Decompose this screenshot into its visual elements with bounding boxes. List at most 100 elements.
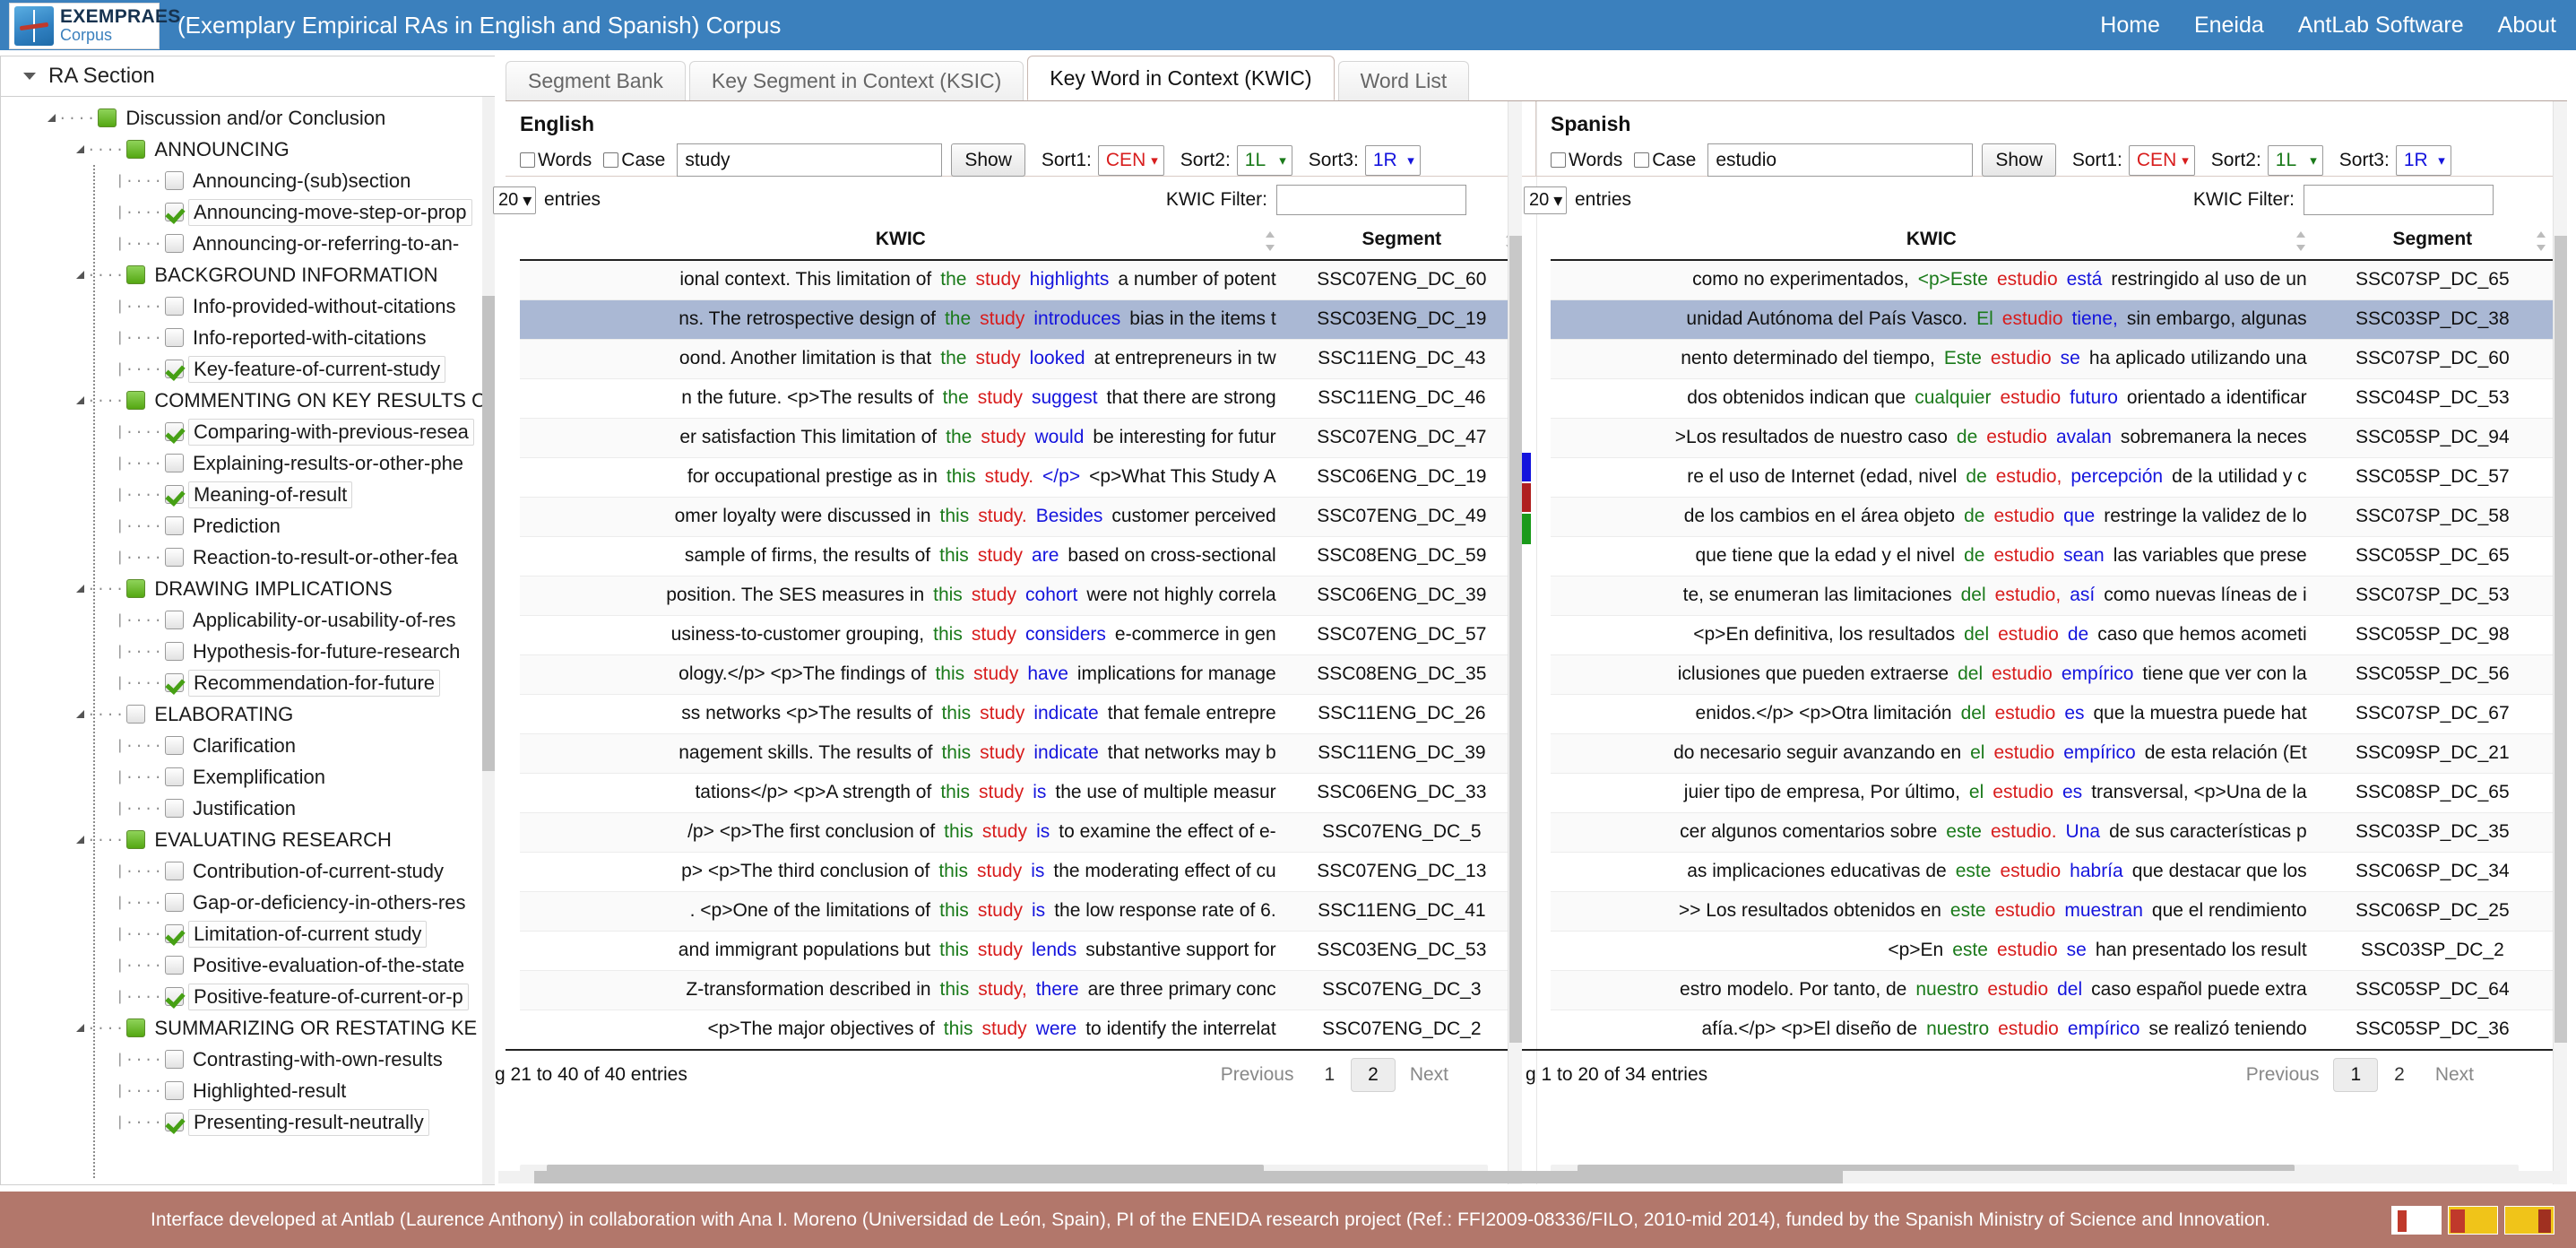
table-row[interactable]: juier tipo de empresa, Por último, el estu… (1551, 773, 2553, 813)
tree-item[interactable]: |···· Explaining-results-or-other-phe (1, 447, 495, 479)
table-row[interactable]: de los cambios en el área objeto de estudi… (1551, 497, 2553, 537)
table-row[interactable]: p> <p>The third conclusion of this study is… (520, 852, 1522, 892)
table-row[interactable]: n the future. <p>The results of the study s… (520, 378, 1522, 419)
english-show-button[interactable]: Show (951, 143, 1025, 177)
table-row[interactable]: estro modelo. Por tanto, de nuestro estudi… (1551, 970, 2553, 1010)
spanish-scrollbar-thumb[interactable] (2554, 236, 2567, 1043)
expand-icon[interactable] (48, 114, 56, 122)
table-row[interactable]: como no experimentados, <p>Este estudio est… (1551, 260, 2553, 300)
tree-item[interactable]: |···· Comparing-with-previous-resea (1, 416, 495, 447)
spanish-sort2-select[interactable]: 1L ▾ (2267, 144, 2323, 176)
spanish-previous-button[interactable]: Previous (2232, 1059, 2334, 1091)
page-horizontal-scrollbar[interactable] (498, 1171, 2560, 1183)
english-table-scrollbar[interactable] (1508, 101, 1522, 1184)
spanish-page-1[interactable]: 1 (2333, 1057, 2379, 1092)
table-row[interactable]: unidad Autónoma del País Vasco. El estudio… (1551, 299, 2553, 340)
tree-item-checkbox[interactable] (165, 1081, 185, 1100)
table-row[interactable]: que tiene que la edad y el nivel de estudi… (1551, 536, 2553, 576)
english-kwic-filter-input[interactable] (1276, 185, 1466, 215)
english-scrollbar-thumb[interactable] (1509, 236, 1522, 1043)
tree-item[interactable]: ···· EVALUATING RESEARCH (1, 824, 495, 855)
table-row[interactable]: >Los resultados de nuestro caso de estudio… (1551, 418, 2553, 458)
expand-icon[interactable] (76, 145, 84, 153)
english-next-button[interactable]: Next (1396, 1059, 1463, 1091)
tree-item[interactable]: |···· Justification (1, 793, 495, 824)
tree-item[interactable]: |···· Info-provided-without-citations (1, 290, 495, 322)
expand-icon[interactable] (76, 271, 84, 279)
tree-item[interactable]: ···· COMMENTING ON KEY RESULTS O (1, 385, 495, 416)
tree-item[interactable]: |···· Hypothesis-for-future-research (1, 636, 495, 667)
tree-item[interactable]: ···· SUMMARIZING OR RESTATING KE (1, 1012, 495, 1044)
tree-item-checkbox[interactable] (165, 799, 185, 818)
tree-item-checkbox[interactable] (165, 862, 185, 880)
table-row[interactable]: Z-transformation described in this study, t… (520, 970, 1522, 1010)
expand-icon[interactable] (76, 585, 84, 593)
tree-item-checkbox[interactable] (165, 924, 185, 943)
table-row[interactable]: >> Los resultados obtenidos en este estudi… (1551, 891, 2553, 932)
english-length-select[interactable]: 20 ▾ (493, 186, 536, 214)
spanish-page-2[interactable]: 2 (2378, 1059, 2421, 1091)
table-row[interactable]: cer algunos comentarios sobre este estudio… (1551, 812, 2553, 853)
tab-word-list[interactable]: Word List (1337, 61, 1470, 100)
spanish-search-input[interactable] (1707, 143, 1974, 177)
tree-item-checkbox[interactable] (126, 705, 146, 724)
tree-item-checkbox[interactable] (165, 1113, 185, 1131)
exempraes-logo[interactable]: EXEMPRAES Corpus (9, 2, 180, 49)
tree-item-checkbox[interactable] (165, 297, 185, 316)
spanish-sort1-select[interactable]: CEN ▾ (2128, 144, 2195, 176)
expand-icon[interactable] (76, 1024, 84, 1032)
tree-item[interactable]: |···· Reaction-to-result-or-other-fea (1, 542, 495, 573)
spanish-show-button[interactable]: Show (1982, 143, 2056, 177)
tree-item-checkbox[interactable] (165, 516, 185, 535)
table-row[interactable]: nento determinado del tiempo, Este estudio… (1551, 339, 2553, 379)
table-row[interactable]: <p>En este estudio se han presentado los res… (1551, 931, 2553, 971)
tree-item-checkbox[interactable] (165, 485, 185, 504)
tree-item[interactable]: ···· ANNOUNCING (1, 134, 495, 165)
tree-item[interactable]: ···· DRAWING IMPLICATIONS (1, 573, 495, 604)
tree-item-checkbox[interactable] (165, 893, 185, 912)
english-sort3-select[interactable]: 1R ▾ (1364, 144, 1421, 176)
tree-item[interactable]: |···· Contribution-of-current-study (1, 855, 495, 887)
table-row[interactable]: as implicaciones educativas de este estudi… (1551, 852, 2553, 892)
english-case-checkbox-label[interactable]: Case (603, 150, 665, 171)
tree-item[interactable]: |···· Announcing-(sub)section (1, 165, 495, 196)
tree-item[interactable]: |···· Applicability-or-usability-of-res (1, 604, 495, 636)
spanish-case-checkbox[interactable] (1634, 152, 1650, 168)
table-row[interactable]: ology.</p> <p>The findings of this study ha… (520, 654, 1522, 695)
table-row[interactable]: enidos.</p> <p>Otra limitación del estudio… (1551, 694, 2553, 734)
tree-item[interactable]: ···· BACKGROUND INFORMATION (1, 259, 495, 290)
tree-item-checkbox[interactable] (126, 1018, 146, 1037)
sidebar-scrollbar-track[interactable] (482, 97, 495, 1184)
tab-segment-bank[interactable]: Segment Bank (506, 61, 686, 100)
spanish-words-checkbox[interactable] (1551, 152, 1566, 168)
spanish-case-checkbox-label[interactable]: Case (1634, 150, 1696, 171)
tree-item[interactable]: |···· Contrasting-with-own-results (1, 1044, 495, 1075)
english-col-kwic[interactable]: KWIC (520, 223, 1282, 261)
nav-item-eneida[interactable]: Eneida (2194, 13, 2264, 39)
sidebar-scrollbar-thumb[interactable] (482, 296, 495, 771)
expand-icon[interactable] (76, 396, 84, 404)
table-row[interactable]: <p>En definitiva, los resultados del estud… (1551, 615, 2553, 655)
spanish-col-segment[interactable]: Segment (2312, 223, 2553, 261)
table-row[interactable]: iclusiones que pueden extraerse del estudi… (1551, 654, 2553, 695)
tree-item-checkbox[interactable] (165, 171, 185, 190)
tree-item[interactable]: |···· Positive-feature-of-current-or-p (1, 981, 495, 1012)
table-row[interactable]: sample of firms, the results of this study… (520, 536, 1522, 576)
tree-item-checkbox[interactable] (165, 611, 185, 629)
spanish-words-checkbox-label[interactable]: Words (1551, 150, 1622, 171)
tree-item-checkbox[interactable] (98, 108, 117, 127)
expand-icon[interactable] (76, 710, 84, 718)
table-row[interactable]: afía.</p> <p>El diseño de nuestro estudio e… (1551, 1010, 2553, 1050)
table-row[interactable]: ns. The retrospective design of the study i… (520, 299, 1522, 340)
table-row[interactable]: <p>The major objectives of this study were t… (520, 1010, 1522, 1050)
tree-item-checkbox[interactable] (165, 673, 185, 692)
tree-item-checkbox[interactable] (165, 234, 185, 253)
english-page-2[interactable]: 2 (1351, 1057, 1396, 1092)
nav-item-about[interactable]: About (2498, 13, 2556, 39)
english-previous-button[interactable]: Previous (1206, 1059, 1309, 1091)
table-row[interactable]: oond. Another limitation is that the study… (520, 339, 1522, 379)
english-col-segment[interactable]: Segment (1281, 223, 1522, 261)
tree-item-checkbox[interactable] (165, 1050, 185, 1069)
table-row[interactable]: er satisfaction This limitation of the stu… (520, 418, 1522, 458)
tree-item[interactable]: |···· Exemplification (1, 761, 495, 793)
